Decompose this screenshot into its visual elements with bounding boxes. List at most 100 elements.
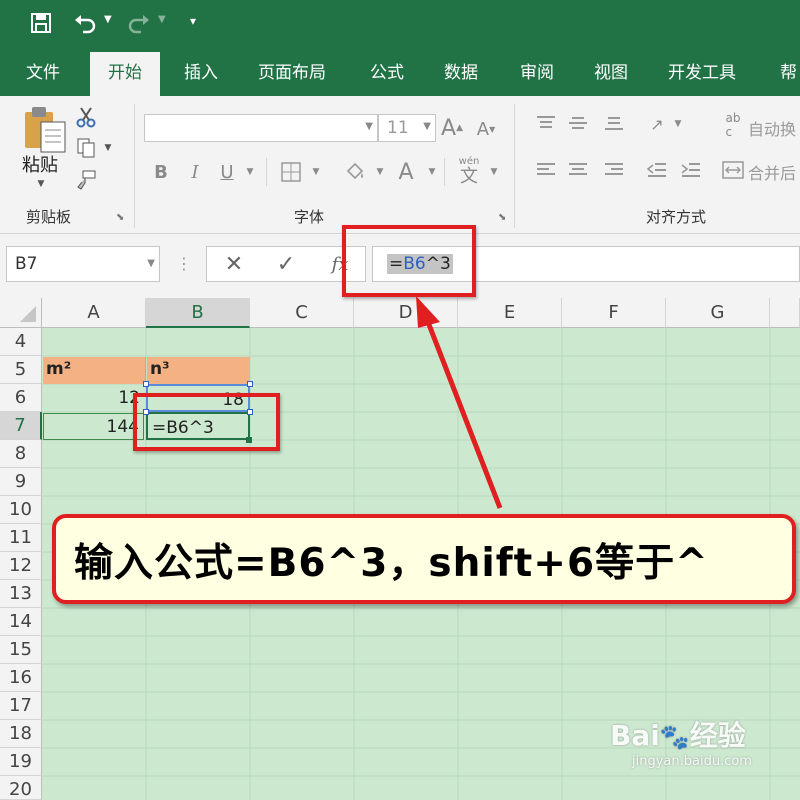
cell-a7[interactable]: 144 xyxy=(43,413,144,440)
bold-button[interactable]: B xyxy=(150,158,172,186)
merge-center-button[interactable]: 合并后 xyxy=(748,160,796,184)
paste-icon[interactable] xyxy=(22,104,68,154)
redo-dropdown-icon[interactable]: ▼ xyxy=(158,14,166,25)
tab-home[interactable]: 开始 xyxy=(90,52,160,96)
name-box-dropdown-icon[interactable]: ▼ xyxy=(147,258,155,269)
bottom-align-icon[interactable] xyxy=(602,112,626,134)
tab-formulas[interactable]: 公式 xyxy=(370,50,404,96)
font-launcher-icon[interactable]: ⬊ xyxy=(498,212,506,223)
row-header-4[interactable]: 4 xyxy=(0,328,42,356)
tab-page-layout[interactable]: 页面布局 xyxy=(258,50,326,96)
font-group-label: 字体 xyxy=(294,208,325,226)
column-header-e[interactable]: E xyxy=(458,298,562,328)
tab-developer[interactable]: 开发工具 xyxy=(668,50,736,96)
cell-b5[interactable]: n³ xyxy=(147,357,250,384)
top-align-icon[interactable] xyxy=(534,112,558,134)
ribbon-tabs: 文件 开始 插入 页面布局 公式 数据 审阅 视图 开发工具 帮 xyxy=(0,50,800,96)
row-header-12[interactable]: 12 xyxy=(0,552,42,580)
orientation-dropdown-icon[interactable]: ▼ xyxy=(672,118,684,130)
copy-dropdown-icon[interactable]: ▼ xyxy=(102,142,114,154)
merge-icon[interactable] xyxy=(720,158,746,182)
tab-file[interactable]: 文件 xyxy=(26,50,60,96)
orientation-icon[interactable]: ↗ xyxy=(644,112,670,136)
paste-dropdown-icon[interactable]: ▼ xyxy=(34,178,48,190)
row-header-17[interactable]: 17 xyxy=(0,692,42,720)
row-header-18[interactable]: 18 xyxy=(0,720,42,748)
column-header-f[interactable]: F xyxy=(562,298,666,328)
decrease-indent-icon[interactable] xyxy=(644,158,670,182)
phonetic-dropdown-icon[interactable]: ▼ xyxy=(488,166,500,178)
align-right-icon[interactable] xyxy=(602,158,626,182)
row-header-14[interactable]: 14 xyxy=(0,608,42,636)
instruction-callout: 输入公式=B6^3，shift+6等于^ xyxy=(52,514,796,604)
phonetic-guide-icon[interactable]: wén 文 xyxy=(454,156,484,188)
align-center-icon[interactable] xyxy=(566,158,590,182)
row-header-15[interactable]: 15 xyxy=(0,636,42,664)
select-all-corner[interactable] xyxy=(0,298,42,328)
underline-button[interactable]: U xyxy=(216,158,238,186)
row-header-5[interactable]: 5 xyxy=(0,356,42,384)
undo-icon[interactable] xyxy=(72,10,98,36)
row-header-19[interactable]: 19 xyxy=(0,748,42,776)
customize-qat-icon[interactable]: ▾ xyxy=(190,14,196,28)
undo-dropdown-icon[interactable]: ▼ xyxy=(104,14,112,25)
tab-insert[interactable]: 插入 xyxy=(184,50,218,96)
watermark-brand-2: 经验 xyxy=(689,719,746,752)
row-header-10[interactable]: 10 xyxy=(0,496,42,524)
paste-button[interactable]: 粘贴 xyxy=(18,152,62,176)
tab-data[interactable]: 数据 xyxy=(444,50,478,96)
cell-a5[interactable]: m² xyxy=(43,357,146,384)
row-header-16[interactable]: 16 xyxy=(0,664,42,692)
wrap-text-icon[interactable]: ab c xyxy=(722,111,744,139)
font-size-dropdown-icon[interactable]: ▼ xyxy=(423,121,431,132)
underline-dropdown-icon[interactable]: ▼ xyxy=(244,166,256,178)
column-header-d[interactable]: D xyxy=(354,298,458,328)
formula-bar-grip-icon[interactable]: ⋮ xyxy=(176,254,192,273)
borders-icon[interactable] xyxy=(278,158,304,186)
font-name-input[interactable]: ▼ xyxy=(144,114,378,142)
column-header-c[interactable]: C xyxy=(250,298,354,328)
borders-dropdown-icon[interactable]: ▼ xyxy=(310,166,322,178)
excel-window: ▼ ▼ ▾ 文件 开始 插入 页面布局 公式 数据 审阅 视图 开发工具 帮 粘… xyxy=(0,0,800,800)
clipboard-launcher-icon[interactable]: ⬊ xyxy=(116,212,124,223)
redo-icon[interactable] xyxy=(126,10,152,36)
format-painter-icon[interactable] xyxy=(74,168,98,192)
increase-font-size-icon[interactable]: A ▲ xyxy=(440,114,464,142)
column-header-g[interactable]: G xyxy=(666,298,770,328)
column-header-h[interactable] xyxy=(770,298,800,328)
font-color-dropdown-icon[interactable]: ▼ xyxy=(426,166,438,178)
fill-color-dropdown-icon[interactable]: ▼ xyxy=(374,166,386,178)
font-divider-2 xyxy=(444,158,445,186)
row-header-9[interactable]: 9 xyxy=(0,468,42,496)
middle-align-icon[interactable] xyxy=(566,112,590,134)
italic-button[interactable]: I xyxy=(184,158,206,186)
tab-review[interactable]: 审阅 xyxy=(520,50,554,96)
tab-view[interactable]: 视图 xyxy=(594,50,628,96)
cancel-icon[interactable]: ✕ xyxy=(221,251,247,277)
row-header-13[interactable]: 13 xyxy=(0,580,42,608)
wrap-text-button[interactable]: 自动换 xyxy=(748,116,796,140)
row-header-20[interactable]: 20 xyxy=(0,776,42,800)
font-name-dropdown-icon[interactable]: ▼ xyxy=(365,121,373,132)
row-header-7[interactable]: 7 xyxy=(0,412,42,440)
column-header-b[interactable]: B xyxy=(146,298,250,328)
cell-a6[interactable]: 12 xyxy=(43,385,144,412)
row-header-6[interactable]: 6 xyxy=(0,384,42,412)
row-header-8[interactable]: 8 xyxy=(0,440,42,468)
enter-icon[interactable]: ✓ xyxy=(273,251,299,277)
save-icon[interactable] xyxy=(28,10,54,36)
font-size-input[interactable]: 11 ▼ xyxy=(378,114,436,142)
copy-icon[interactable] xyxy=(74,136,98,160)
decrease-font-size-icon[interactable]: A ▼ xyxy=(474,116,498,142)
fill-color-icon[interactable] xyxy=(342,158,368,186)
tab-help[interactable]: 帮 xyxy=(780,50,797,96)
font-color-icon[interactable]: A xyxy=(394,158,418,186)
range-handle[interactable] xyxy=(143,381,149,387)
cut-icon[interactable] xyxy=(74,104,98,130)
align-left-icon[interactable] xyxy=(534,158,558,182)
column-header-a[interactable]: A xyxy=(42,298,146,328)
row-header-11[interactable]: 11 xyxy=(0,524,42,552)
range-handle[interactable] xyxy=(247,381,253,387)
name-box[interactable]: B7 ▼ xyxy=(6,246,160,282)
increase-indent-icon[interactable] xyxy=(678,158,704,182)
